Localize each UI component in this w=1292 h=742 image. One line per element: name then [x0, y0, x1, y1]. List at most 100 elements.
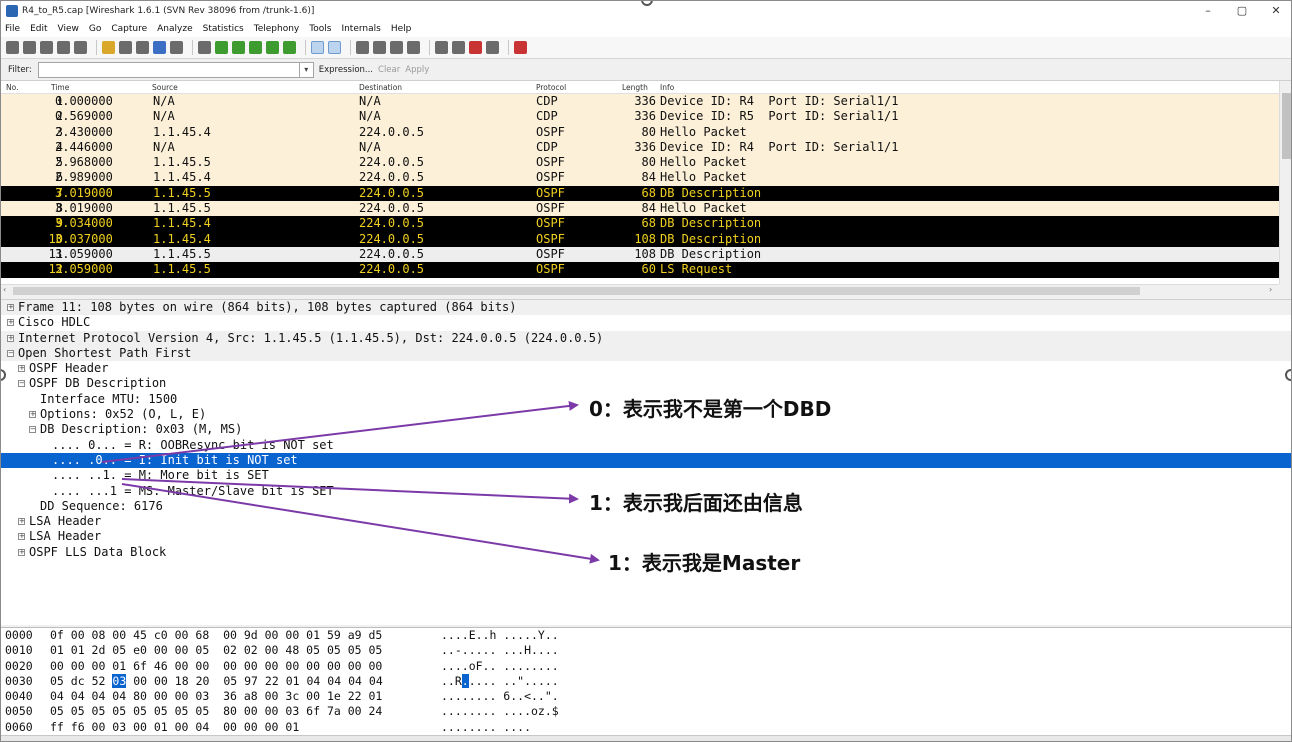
reload-icon[interactable]	[153, 41, 166, 54]
collapse-icon[interactable]: −	[7, 349, 14, 357]
hex-row[interactable]: 0060 ff f6 00 03 00 01 00 04 00 00 00 01.…	[1, 720, 1291, 735]
print-icon[interactable]	[170, 41, 183, 54]
column-no[interactable]: No.	[6, 83, 18, 92]
tree-item[interactable]: .... .0.. = I: Init bit is NOT set	[1, 452, 1291, 469]
collapse-icon[interactable]: −	[29, 426, 36, 434]
help-icon[interactable]	[514, 41, 527, 54]
zoom-out-icon[interactable]	[373, 41, 386, 54]
zoom-normal-icon[interactable]	[390, 41, 403, 54]
packet-row[interactable]: 9 3.034000 1.1.45.4 224.0.0.5 OSPF 68 DB Descr…	[1, 216, 1279, 232]
apply-button[interactable]: Apply	[405, 65, 429, 75]
display-filters-icon[interactable]	[452, 41, 465, 54]
expand-icon[interactable]: +	[18, 518, 25, 526]
scroll-left-icon[interactable]: ‹	[3, 285, 6, 294]
packet-list-hscrollbar[interactable]: ‹ ›	[1, 284, 1279, 296]
collapse-icon[interactable]: −	[18, 380, 25, 388]
menu-go[interactable]: Go	[89, 24, 101, 34]
restart-capture-icon[interactable]	[74, 41, 87, 54]
packet-row[interactable]: 8 3.019000 1.1.45.5 224.0.0.5 OSPF 84 Hello Pa…	[1, 201, 1279, 217]
packet-row[interactable]: 2 0.569000 N/A N/A CDP 336 Device ID: R5 Port …	[1, 109, 1279, 125]
menu-file[interactable]: File	[5, 24, 20, 34]
tree-item[interactable]: + LSA Header	[1, 514, 1291, 529]
tree-item[interactable]: − OSPF DB Description	[1, 376, 1291, 391]
close-button[interactable]: ✕	[1259, 1, 1291, 21]
hex-row[interactable]: 0050 05 05 05 05 05 05 05 05 80 00 00 03 …	[1, 704, 1291, 719]
packet-row[interactable]: 7 3.019000 1.1.45.5 224.0.0.5 OSPF 68 DB Descr…	[1, 185, 1279, 202]
menu-help[interactable]: Help	[391, 24, 412, 34]
go-forward-icon[interactable]	[232, 41, 245, 54]
resize-columns-icon[interactable]	[407, 41, 420, 54]
maximize-button[interactable]: ▢	[1225, 1, 1259, 21]
column-time[interactable]: Time	[51, 83, 69, 92]
filter-input[interactable]	[37, 61, 300, 78]
menu-capture[interactable]: Capture	[111, 24, 147, 34]
hscrollbar-thumb[interactable]	[13, 287, 1140, 295]
tree-item[interactable]: .... 0... = R: OOBResync bit is NOT set	[1, 438, 1291, 453]
menu-statistics[interactable]: Statistics	[203, 24, 244, 34]
menu-internals[interactable]: Internals	[341, 24, 380, 34]
column-destination[interactable]: Destination	[359, 83, 402, 92]
column-source[interactable]: Source	[152, 83, 178, 92]
go-last-icon[interactable]	[283, 41, 296, 54]
packet-row[interactable]: 6 2.989000 1.1.45.4 224.0.0.5 OSPF 84 Hello Pa…	[1, 170, 1279, 186]
save-file-icon[interactable]	[119, 41, 132, 54]
menu-view[interactable]: View	[58, 24, 79, 34]
expand-icon[interactable]: +	[18, 548, 25, 556]
packet-row[interactable]: 12 3.059000 1.1.45.5 224.0.0.5 OSPF 60 LS Requ…	[1, 262, 1279, 278]
find-packet-icon[interactable]	[198, 41, 211, 54]
minimize-button[interactable]: –	[1191, 1, 1225, 21]
tree-item[interactable]: + Internet Protocol Version 4, Src: 1.1.4…	[1, 330, 1291, 346]
menu-tools[interactable]: Tools	[309, 24, 331, 34]
packet-row[interactable]: 4 2.446000 N/A N/A CDP 336 Device ID: R4 Port …	[1, 139, 1279, 156]
auto-scroll-icon[interactable]	[328, 41, 341, 54]
go-back-icon[interactable]	[215, 41, 228, 54]
expand-icon[interactable]: +	[7, 304, 14, 311]
open-file-icon[interactable]	[102, 41, 115, 54]
go-first-icon[interactable]	[266, 41, 279, 54]
preferences-icon[interactable]	[486, 41, 499, 54]
hex-row[interactable]: 0030 05 dc 52 03 00 00 18 20 05 97 22 01 …	[1, 673, 1291, 689]
hex-row[interactable]: 0000 0f 00 08 00 45 c0 00 68 00 9d 00 00 …	[1, 628, 1291, 643]
packet-row[interactable]: 3 2.430000 1.1.45.4 224.0.0.5 OSPF 80 Hello Pa…	[1, 124, 1279, 140]
menu-edit[interactable]: Edit	[30, 24, 47, 34]
capture-filters-icon[interactable]	[435, 41, 448, 54]
tree-item[interactable]: .... ..1. = M: More bit is SET	[1, 468, 1291, 483]
tree-item[interactable]: + Frame 11: 108 bytes on wire (864 bits),…	[1, 300, 1291, 316]
colorize-icon[interactable]	[311, 41, 324, 54]
menu-analyze[interactable]: Analyze	[157, 24, 192, 34]
hex-row[interactable]: 0040 04 04 04 04 80 00 00 03 36 a8 00 3c …	[1, 689, 1291, 704]
tree-item[interactable]: + LSA Header	[1, 529, 1291, 544]
column-length[interactable]: Length	[622, 83, 648, 92]
packet-row[interactable]: 5 2.968000 1.1.45.5 224.0.0.5 OSPF 80 Hello Pa…	[1, 155, 1279, 171]
interfaces-icon[interactable]	[6, 41, 19, 54]
go-to-packet-icon[interactable]	[249, 41, 262, 54]
tree-item[interactable]: − Open Shortest Path First	[1, 345, 1291, 362]
clear-button[interactable]: Clear	[378, 65, 400, 75]
tree-item[interactable]: − DB Description: 0x03 (M, MS)	[1, 422, 1291, 437]
stop-capture-icon[interactable]	[57, 41, 70, 54]
packet-row[interactable]: 1 0.000000 N/A N/A CDP 336 Device ID: R4 Port …	[1, 94, 1279, 110]
expand-icon[interactable]: +	[7, 319, 14, 327]
packet-list-scrollbar[interactable]	[1279, 81, 1291, 284]
expand-icon[interactable]: +	[18, 533, 25, 541]
start-capture-icon[interactable]	[40, 41, 53, 54]
hex-row[interactable]: 0020 00 00 00 01 6f 46 00 00 00 00 00 00 …	[1, 659, 1291, 674]
resize-handle[interactable]	[1285, 369, 1291, 381]
expand-icon[interactable]: +	[7, 334, 14, 342]
zoom-in-icon[interactable]	[356, 41, 369, 54]
hex-row[interactable]: 0010 01 01 2d 05 e0 00 00 05 02 02 00 48 …	[1, 643, 1291, 658]
close-file-icon[interactable]	[136, 41, 149, 54]
expression-button[interactable]: Expression...	[319, 65, 373, 75]
column-protocol[interactable]: Protocol	[536, 83, 566, 92]
capture-options-icon[interactable]	[23, 41, 36, 54]
expand-icon[interactable]: +	[18, 365, 25, 373]
scroll-right-icon[interactable]: ›	[1269, 285, 1272, 294]
coloring-rules-icon[interactable]	[469, 41, 482, 54]
expand-icon[interactable]: +	[29, 411, 36, 419]
column-info[interactable]: Info	[660, 83, 674, 92]
menu-telephony[interactable]: Telephony	[254, 24, 300, 34]
scrollbar-thumb[interactable]	[1282, 93, 1291, 159]
packet-row[interactable]: 10 3.037000 1.1.45.4 224.0.0.5 OSPF 108 DB Des…	[1, 231, 1279, 247]
tree-item[interactable]: + Cisco HDLC	[1, 315, 1291, 330]
filter-dropdown-icon[interactable]: ▾	[299, 61, 314, 78]
